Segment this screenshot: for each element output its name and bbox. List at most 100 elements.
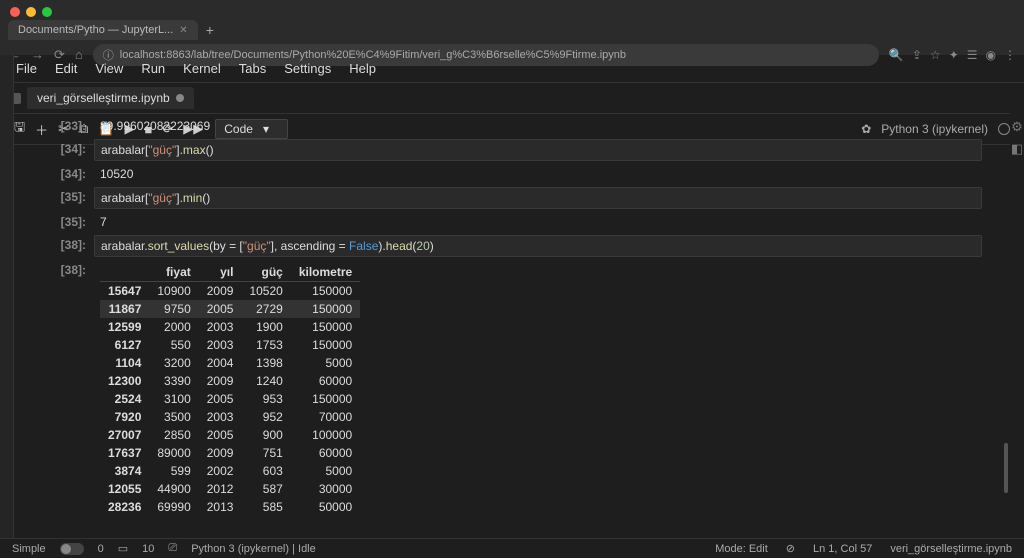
table-cell: 2013 <box>199 498 242 516</box>
table-cell: 599 <box>149 462 198 480</box>
status-simple[interactable]: Simple <box>12 543 46 555</box>
status-terminal-icon[interactable]: ⎚ <box>168 542 177 555</box>
table-cell: 15647 <box>100 282 149 301</box>
table-row: 612755020031753150000 <box>100 336 360 354</box>
cell-output: 89.99602082223069 <box>94 116 982 136</box>
table-cell: 7920 <box>100 408 149 426</box>
table-cell: 28236 <box>100 498 149 516</box>
table-cell: 30000 <box>291 480 360 498</box>
table-cell: 10520 <box>241 282 290 301</box>
table-row: 1763789000200975160000 <box>100 444 360 462</box>
overflow-icon[interactable]: ⋮ <box>1004 48 1016 62</box>
code-cell[interactable]: arabalar["güç"].max() <box>94 139 982 161</box>
url-text: localhost:8863/lab/tree/Documents/Python… <box>120 49 626 61</box>
scrollbar-thumb[interactable] <box>1004 443 1008 493</box>
code-cell[interactable]: arabalar["güç"].min() <box>94 187 982 209</box>
table-cell: 12599 <box>100 318 149 336</box>
star-icon[interactable]: ☆ <box>930 48 941 62</box>
table-cell: 9750 <box>149 300 198 318</box>
table-cell: 150000 <box>291 282 360 301</box>
table-cell: 11867 <box>100 300 149 318</box>
close-tab-icon[interactable]: ✕ <box>179 25 187 36</box>
menu-help[interactable]: Help <box>349 61 376 76</box>
table-cell: 70000 <box>291 408 360 426</box>
table-cell: 2003 <box>199 408 242 426</box>
menu-run[interactable]: Run <box>141 61 165 76</box>
menu-settings[interactable]: Settings <box>284 61 331 76</box>
table-cell: 2009 <box>199 282 242 301</box>
table-row: 2700728502005900100000 <box>100 426 360 444</box>
notification-icon[interactable]: ⊘ <box>786 542 795 555</box>
table-header: yıl <box>199 263 242 282</box>
table-cell: 2003 <box>199 336 242 354</box>
table-cell: 587 <box>241 480 290 498</box>
property-inspector-icon[interactable]: ⚙ <box>1010 119 1024 135</box>
status-kernel[interactable]: Python 3 (ipykernel) | Idle <box>191 543 316 555</box>
table-cell: 17637 <box>100 444 149 462</box>
menu-file[interactable]: File <box>16 61 37 76</box>
status-count-b[interactable]: 10 <box>142 543 154 555</box>
table-row: 1205544900201258730000 <box>100 480 360 498</box>
table-cell: 3390 <box>149 372 198 390</box>
cell-prompt: [34]: <box>42 164 94 184</box>
maximize-window-button[interactable] <box>42 7 52 17</box>
table-header: güç <box>241 263 290 282</box>
table-cell: 2002 <box>199 462 242 480</box>
table-cell: 60000 <box>291 444 360 462</box>
simple-mode-toggle[interactable] <box>60 543 84 555</box>
table-cell: 2004 <box>199 354 242 372</box>
status-count-a[interactable]: 0 <box>98 543 104 555</box>
notebook-tab-label: veri_görselleştirme.ipynb <box>37 91 170 105</box>
code-cell[interactable]: arabalar.sort_values(by = ["güç"], ascen… <box>94 235 982 257</box>
status-file[interactable]: veri_görselleştirme.ipynb <box>890 543 1012 555</box>
table-row: 387459920026035000 <box>100 462 360 480</box>
menu-icon[interactable]: ☰ <box>967 48 978 62</box>
dataframe-table: fiyatyılgüçkilometre15647109002009105201… <box>100 263 360 516</box>
tab-title: Documents/Pytho — JupyterL... <box>18 24 173 36</box>
table-cell: 150000 <box>291 336 360 354</box>
cell-prompt: [34]: <box>42 139 94 161</box>
zoom-icon[interactable]: 🔍 <box>889 48 904 62</box>
table-row: 79203500200395270000 <box>100 408 360 426</box>
table-cell: 953 <box>241 390 290 408</box>
menu-view[interactable]: View <box>95 61 123 76</box>
notebook-tab[interactable]: veri_görselleştirme.ipynb <box>27 87 194 109</box>
debugger-icon[interactable]: ◧ <box>1010 141 1024 157</box>
table-row: 12599200020031900150000 <box>100 318 360 336</box>
new-tab-button[interactable]: + <box>206 22 214 38</box>
right-activity-bar: ⚙ ◧ <box>1010 113 1024 538</box>
browser-tab[interactable]: Documents/Pytho — JupyterL... ✕ <box>8 20 198 40</box>
cell-prompt: [33]: <box>42 116 94 136</box>
profile-icon[interactable]: ◉ <box>986 48 996 62</box>
extensions-icon[interactable]: ✦ <box>949 48 959 62</box>
menu-tabs[interactable]: Tabs <box>239 61 266 76</box>
table-cell: 150000 <box>291 300 360 318</box>
notebook-area[interactable]: [33]: 89.99602082223069 [34]: arabalar["… <box>14 113 1010 538</box>
left-activity-bar[interactable] <box>0 55 14 558</box>
cell-output: 10520 <box>94 164 982 184</box>
table-cell: 900 <box>241 426 290 444</box>
table-cell: 100000 <box>291 426 360 444</box>
table-cell: 2012 <box>199 480 242 498</box>
table-cell: 60000 <box>291 372 360 390</box>
table-cell: 5000 <box>291 354 360 372</box>
close-window-button[interactable] <box>10 7 20 17</box>
cell-prompt: [38]: <box>42 235 94 257</box>
table-cell: 3500 <box>149 408 198 426</box>
dataframe-output: fiyatyılgüçkilometre15647109002009105201… <box>94 260 982 519</box>
menu-edit[interactable]: Edit <box>55 61 77 76</box>
cell-prompt: [35]: <box>42 212 94 232</box>
browser-tab-bar: Documents/Pytho — JupyterL... ✕ + <box>0 20 1024 40</box>
share-icon[interactable]: ⇪ <box>912 48 922 62</box>
status-mode[interactable]: Mode: Edit <box>715 543 768 555</box>
cell-prompt: [35]: <box>42 187 94 209</box>
status-bar: Simple 0 ▭ 10 ⎚ Python 3 (ipykernel) | I… <box>0 538 1024 558</box>
status-cursor-pos[interactable]: Ln 1, Col 57 <box>813 543 872 555</box>
menu-kernel[interactable]: Kernel <box>183 61 221 76</box>
table-cell: 2000 <box>149 318 198 336</box>
table-cell: 89000 <box>149 444 198 462</box>
table-cell: 1240 <box>241 372 290 390</box>
minimize-window-button[interactable] <box>26 7 36 17</box>
table-cell: 2003 <box>199 318 242 336</box>
table-cell: 2005 <box>199 426 242 444</box>
